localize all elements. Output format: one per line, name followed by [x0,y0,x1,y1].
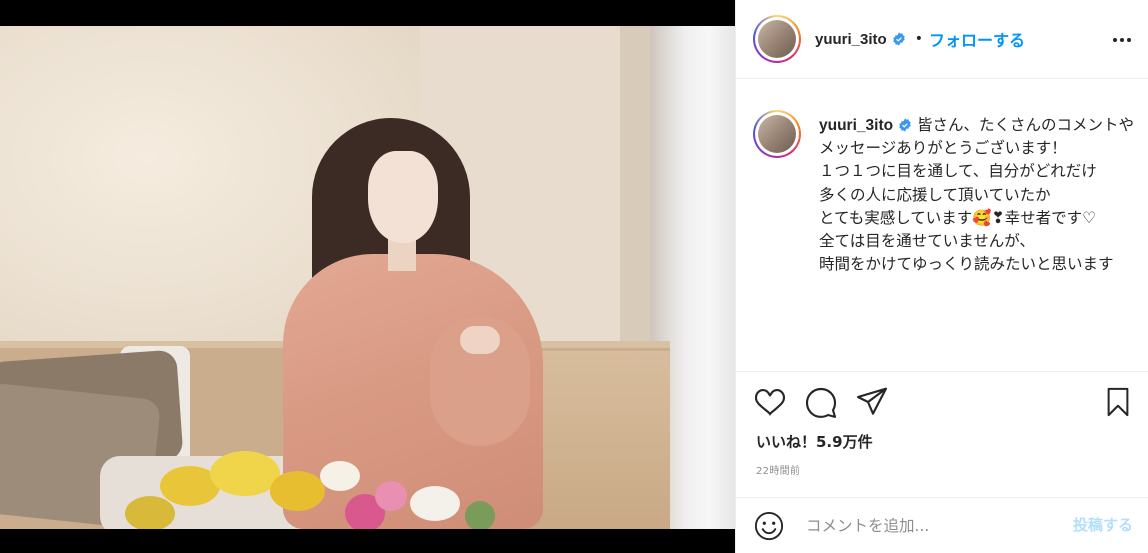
action-bar [754,386,888,418]
post-header: yuuri_3ito • フォローする [736,0,1148,79]
post-photo[interactable] [0,26,735,529]
comment-input[interactable] [806,516,1046,535]
photo-person-hand [460,326,500,354]
verified-badge-icon [899,118,911,132]
photo-cabinet [530,351,670,529]
separator-dot: • [914,31,923,47]
photo-person-face [368,151,438,243]
emoji-smile-icon[interactable] [754,511,784,541]
paper-plane-icon[interactable] [856,386,888,418]
post-side-panel: yuuri_3ito • フォローする yuuri_3ito 皆さん、たくさんの… [735,0,1148,553]
follow-button[interactable]: フォローする [929,27,1025,51]
bookmark-icon[interactable] [1103,386,1133,418]
avatar[interactable] [753,15,801,63]
likes-count[interactable]: いいね！5.9万件 [756,431,873,452]
heart-icon[interactable] [754,386,786,418]
more-options-icon[interactable] [1111,33,1133,47]
post-actions-section: いいね！5.9万件 22時間前 [736,371,1148,509]
comment-bubble-icon[interactable] [805,386,837,418]
photo-flowers [120,446,540,529]
caption-username[interactable]: yuuri_3ito [819,117,893,134]
post-caption: yuuri_3ito 皆さん、たくさんのコメントや メッセージありがとうございま… [753,110,1143,276]
username[interactable]: yuuri_3ito [815,31,887,48]
caption-text: yuuri_3ito 皆さん、たくさんのコメントや メッセージありがとうございま… [819,110,1143,276]
post-timestamp[interactable]: 22時間前 [756,462,800,477]
verified-badge-icon [892,32,905,46]
caption-avatar[interactable] [753,110,801,158]
post-comment-button[interactable]: 投稿する [1073,514,1133,535]
post-media[interactable] [0,0,735,553]
caption-body: 皆さん、たくさんのコメントや メッセージありがとうございます！ １つ１つに目を通… [819,116,1135,274]
comment-bar: 投稿する [736,497,1148,553]
